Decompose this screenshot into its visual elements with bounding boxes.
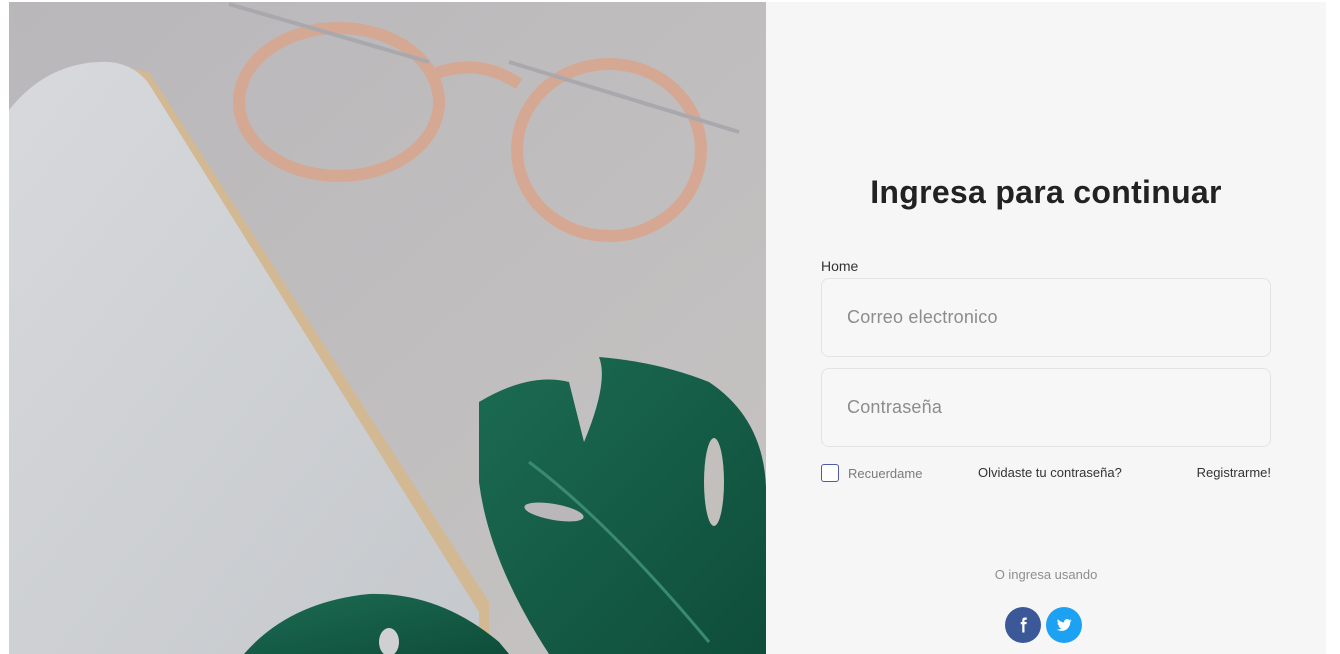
page-title: Ingresa para continuar: [870, 174, 1222, 210]
facebook-icon: [1020, 617, 1027, 633]
twitter-icon: [1056, 619, 1072, 631]
hero-image: [9, 2, 766, 654]
remember-label: Recuerdame: [848, 465, 923, 481]
remember-checkbox[interactable]: [821, 464, 839, 482]
forgot-password-link[interactable]: Olvidaste tu contraseña?: [978, 465, 1122, 480]
password-placeholder: Contraseña: [847, 397, 943, 417]
email-placeholder: Correo electronico: [847, 307, 998, 327]
social-login: [1005, 607, 1082, 643]
password-field[interactable]: Contraseña: [821, 368, 1271, 447]
email-field[interactable]: Correo electronico: [821, 278, 1271, 357]
login-panel: Ingresa para continuar Home Correo elect…: [766, 2, 1326, 654]
facebook-button[interactable]: [1005, 607, 1041, 643]
register-link[interactable]: Registrarme!: [1197, 465, 1271, 480]
twitter-button[interactable]: [1046, 607, 1082, 643]
remember-me[interactable]: Recuerdame: [821, 464, 922, 482]
alt-login-text: O ingresa usando: [994, 567, 1098, 582]
breadcrumb[interactable]: Home: [821, 258, 858, 274]
